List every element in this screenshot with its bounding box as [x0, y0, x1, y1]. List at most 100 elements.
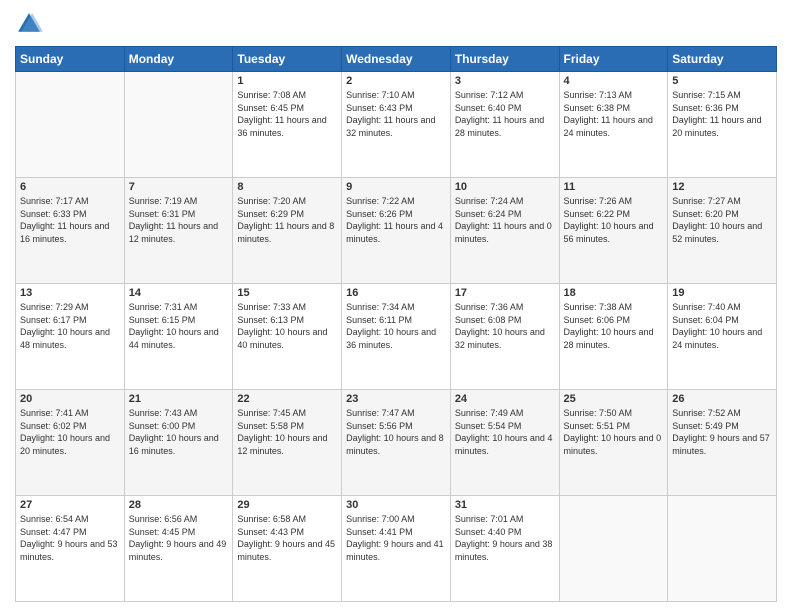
- calendar-cell: 21 Sunrise: 7:43 AM Sunset: 6:00 PM Dayli…: [124, 390, 233, 496]
- day-number: 26: [672, 393, 772, 405]
- day-content: Sunrise: 7:49 AM Sunset: 5:54 PM Dayligh…: [455, 407, 555, 457]
- weekday-wednesday: Wednesday: [342, 47, 451, 72]
- weekday-sunday: Sunday: [16, 47, 125, 72]
- calendar-cell: 19 Sunrise: 7:40 AM Sunset: 6:04 PM Dayli…: [668, 284, 777, 390]
- page: SundayMondayTuesdayWednesdayThursdayFrid…: [0, 0, 792, 612]
- calendar-cell: 30 Sunrise: 7:00 AM Sunset: 4:41 PM Dayli…: [342, 496, 451, 602]
- calendar-cell: 6 Sunrise: 7:17 AM Sunset: 6:33 PM Daylig…: [16, 178, 125, 284]
- day-content: Sunrise: 6:58 AM Sunset: 4:43 PM Dayligh…: [237, 513, 337, 563]
- calendar-cell: [124, 72, 233, 178]
- day-content: Sunrise: 7:27 AM Sunset: 6:20 PM Dayligh…: [672, 195, 772, 245]
- day-number: 6: [20, 181, 120, 193]
- logo: [15, 10, 47, 38]
- day-content: Sunrise: 7:41 AM Sunset: 6:02 PM Dayligh…: [20, 407, 120, 457]
- weekday-saturday: Saturday: [668, 47, 777, 72]
- day-number: 13: [20, 287, 120, 299]
- day-number: 30: [346, 499, 446, 511]
- day-content: Sunrise: 7:12 AM Sunset: 6:40 PM Dayligh…: [455, 89, 555, 139]
- weekday-thursday: Thursday: [450, 47, 559, 72]
- calendar-cell: 8 Sunrise: 7:20 AM Sunset: 6:29 PM Daylig…: [233, 178, 342, 284]
- day-content: Sunrise: 6:54 AM Sunset: 4:47 PM Dayligh…: [20, 513, 120, 563]
- calendar-cell: 15 Sunrise: 7:33 AM Sunset: 6:13 PM Dayli…: [233, 284, 342, 390]
- day-content: Sunrise: 7:13 AM Sunset: 6:38 PM Dayligh…: [564, 89, 664, 139]
- day-content: Sunrise: 7:01 AM Sunset: 4:40 PM Dayligh…: [455, 513, 555, 563]
- day-number: 29: [237, 499, 337, 511]
- weekday-friday: Friday: [559, 47, 668, 72]
- day-number: 16: [346, 287, 446, 299]
- calendar-cell: 13 Sunrise: 7:29 AM Sunset: 6:17 PM Dayli…: [16, 284, 125, 390]
- calendar-cell: 31 Sunrise: 7:01 AM Sunset: 4:40 PM Dayli…: [450, 496, 559, 602]
- day-content: Sunrise: 7:22 AM Sunset: 6:26 PM Dayligh…: [346, 195, 446, 245]
- day-number: 28: [129, 499, 229, 511]
- day-number: 2: [346, 75, 446, 87]
- day-content: Sunrise: 7:20 AM Sunset: 6:29 PM Dayligh…: [237, 195, 337, 245]
- weekday-tuesday: Tuesday: [233, 47, 342, 72]
- day-number: 9: [346, 181, 446, 193]
- week-row-4: 27Sunrise: 6:54 AM Sunset: 4:47 PM Dayli…: [16, 496, 777, 602]
- day-number: 10: [455, 181, 555, 193]
- calendar-cell: 22 Sunrise: 7:45 AM Sunset: 5:58 PM Dayli…: [233, 390, 342, 496]
- calendar-cell: 23Sunrise: 7:47 AM Sunset: 5:56 PM Dayli…: [342, 390, 451, 496]
- day-content: Sunrise: 6:56 AM Sunset: 4:45 PM Dayligh…: [129, 513, 229, 563]
- calendar-cell: 10 Sunrise: 7:24 AM Sunset: 6:24 PM Dayli…: [450, 178, 559, 284]
- day-number: 31: [455, 499, 555, 511]
- day-content: Sunrise: 7:47 AM Sunset: 5:56 PM Dayligh…: [346, 407, 446, 457]
- calendar-cell: [16, 72, 125, 178]
- calendar-cell: 16 Sunrise: 7:34 AM Sunset: 6:11 PM Dayli…: [342, 284, 451, 390]
- calendar-cell: 7 Sunrise: 7:19 AM Sunset: 6:31 PM Daylig…: [124, 178, 233, 284]
- day-content: Sunrise: 7:43 AM Sunset: 6:00 PM Dayligh…: [129, 407, 229, 457]
- week-row-1: 6 Sunrise: 7:17 AM Sunset: 6:33 PM Daylig…: [16, 178, 777, 284]
- day-content: Sunrise: 7:36 AM Sunset: 6:08 PM Dayligh…: [455, 301, 555, 351]
- calendar-cell: 11Sunrise: 7:26 AM Sunset: 6:22 PM Dayli…: [559, 178, 668, 284]
- calendar-cell: 3Sunrise: 7:12 AM Sunset: 6:40 PM Daylig…: [450, 72, 559, 178]
- day-number: 20: [20, 393, 120, 405]
- day-number: 11: [564, 181, 664, 193]
- calendar-cell: 14Sunrise: 7:31 AM Sunset: 6:15 PM Dayli…: [124, 284, 233, 390]
- header: [15, 10, 777, 38]
- day-number: 8: [237, 181, 337, 193]
- calendar-cell: 4 Sunrise: 7:13 AM Sunset: 6:38 PM Daylig…: [559, 72, 668, 178]
- day-content: Sunrise: 7:15 AM Sunset: 6:36 PM Dayligh…: [672, 89, 772, 139]
- calendar-cell: [559, 496, 668, 602]
- weekday-header-row: SundayMondayTuesdayWednesdayThursdayFrid…: [16, 47, 777, 72]
- calendar-cell: 9 Sunrise: 7:22 AM Sunset: 6:26 PM Daylig…: [342, 178, 451, 284]
- day-number: 4: [564, 75, 664, 87]
- weekday-monday: Monday: [124, 47, 233, 72]
- day-number: 5: [672, 75, 772, 87]
- week-row-2: 13 Sunrise: 7:29 AM Sunset: 6:17 PM Dayli…: [16, 284, 777, 390]
- week-row-0: 1Sunrise: 7:08 AM Sunset: 6:45 PM Daylig…: [16, 72, 777, 178]
- calendar-table: SundayMondayTuesdayWednesdayThursdayFrid…: [15, 46, 777, 602]
- calendar-cell: 28 Sunrise: 6:56 AM Sunset: 4:45 PM Dayli…: [124, 496, 233, 602]
- day-number: 19: [672, 287, 772, 299]
- calendar-cell: 26 Sunrise: 7:52 AM Sunset: 5:49 PM Dayli…: [668, 390, 777, 496]
- day-number: 1: [237, 75, 337, 87]
- day-content: Sunrise: 7:29 AM Sunset: 6:17 PM Dayligh…: [20, 301, 120, 351]
- calendar-cell: 29 Sunrise: 6:58 AM Sunset: 4:43 PM Dayli…: [233, 496, 342, 602]
- day-content: Sunrise: 7:34 AM Sunset: 6:11 PM Dayligh…: [346, 301, 446, 351]
- day-number: 22: [237, 393, 337, 405]
- calendar-cell: 18Sunrise: 7:38 AM Sunset: 6:06 PM Dayli…: [559, 284, 668, 390]
- day-number: 24: [455, 393, 555, 405]
- calendar-cell: 17Sunrise: 7:36 AM Sunset: 6:08 PM Dayli…: [450, 284, 559, 390]
- day-number: 25: [564, 393, 664, 405]
- day-content: Sunrise: 7:33 AM Sunset: 6:13 PM Dayligh…: [237, 301, 337, 351]
- calendar-cell: 27Sunrise: 6:54 AM Sunset: 4:47 PM Dayli…: [16, 496, 125, 602]
- day-content: Sunrise: 7:17 AM Sunset: 6:33 PM Dayligh…: [20, 195, 120, 245]
- day-content: Sunrise: 7:19 AM Sunset: 6:31 PM Dayligh…: [129, 195, 229, 245]
- day-number: 15: [237, 287, 337, 299]
- week-row-3: 20 Sunrise: 7:41 AM Sunset: 6:02 PM Dayli…: [16, 390, 777, 496]
- day-content: Sunrise: 7:40 AM Sunset: 6:04 PM Dayligh…: [672, 301, 772, 351]
- calendar-cell: [668, 496, 777, 602]
- calendar-cell: 5 Sunrise: 7:15 AM Sunset: 6:36 PM Daylig…: [668, 72, 777, 178]
- day-content: Sunrise: 7:52 AM Sunset: 5:49 PM Dayligh…: [672, 407, 772, 457]
- day-number: 18: [564, 287, 664, 299]
- day-content: Sunrise: 7:00 AM Sunset: 4:41 PM Dayligh…: [346, 513, 446, 563]
- calendar-cell: 1Sunrise: 7:08 AM Sunset: 6:45 PM Daylig…: [233, 72, 342, 178]
- day-number: 21: [129, 393, 229, 405]
- day-number: 14: [129, 287, 229, 299]
- calendar-cell: 20 Sunrise: 7:41 AM Sunset: 6:02 PM Dayli…: [16, 390, 125, 496]
- day-content: Sunrise: 7:10 AM Sunset: 6:43 PM Dayligh…: [346, 89, 446, 139]
- day-number: 7: [129, 181, 229, 193]
- day-content: Sunrise: 7:45 AM Sunset: 5:58 PM Dayligh…: [237, 407, 337, 457]
- day-content: Sunrise: 7:24 AM Sunset: 6:24 PM Dayligh…: [455, 195, 555, 245]
